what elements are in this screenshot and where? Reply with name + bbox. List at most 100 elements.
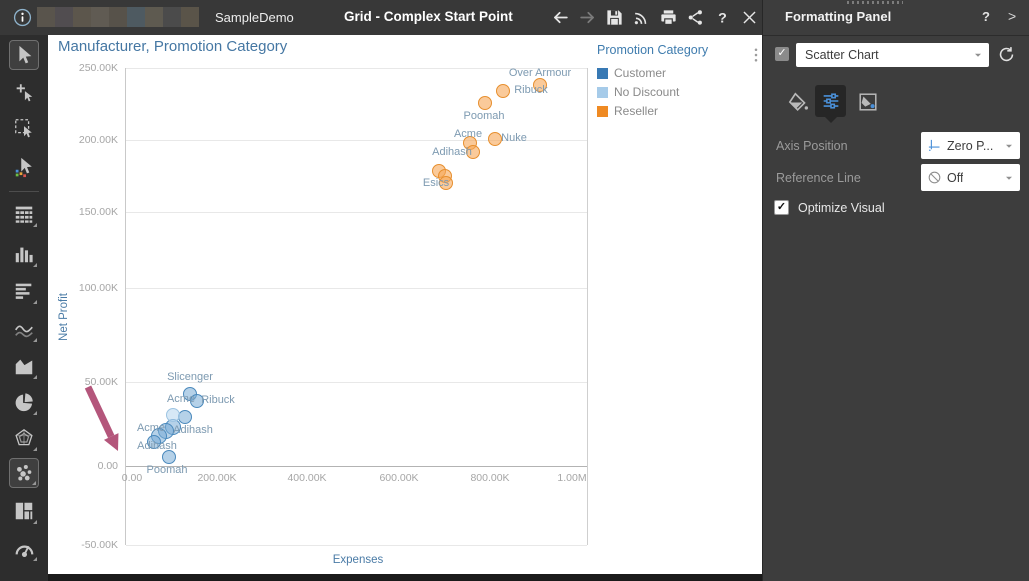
gridline	[126, 545, 587, 546]
gauge-tool[interactable]	[9, 533, 39, 563]
scatter-chart-tool[interactable]	[9, 458, 39, 488]
toolbox-divider	[9, 191, 39, 192]
axis-position-label: Axis Position	[776, 139, 848, 153]
save-button[interactable]	[601, 0, 628, 35]
point-label: Ribuck	[201, 394, 235, 406]
legend-item-customer[interactable]: Customer	[597, 66, 708, 80]
area-chart-tool[interactable]	[9, 351, 39, 381]
legend-label: No Discount	[614, 85, 680, 99]
multi-select-tool[interactable]	[9, 152, 39, 182]
help-button[interactable]: ?	[709, 0, 736, 35]
treemap-tool[interactable]	[9, 496, 39, 526]
toolbar-buttons: ?	[547, 0, 763, 35]
point-label: Adihash	[173, 424, 213, 436]
point-label: Ribuck	[514, 84, 548, 96]
formatting-panel-header: Formatting Panel ? >	[763, 0, 1029, 36]
y-tick-label: -50.00K	[81, 539, 118, 551]
gridline	[126, 212, 587, 213]
pie-chart-tool[interactable]	[9, 387, 39, 417]
bar-chart-tool[interactable]	[9, 239, 39, 269]
bottom-edge	[48, 574, 762, 581]
scatter-point-poomah[interactable]	[162, 450, 176, 464]
point-label: Poomah	[146, 464, 188, 476]
x-tick-label: 400.00K	[287, 472, 327, 484]
dashboard-item-scatter-chart: Manufacturer, Promotion Category 250.00K…	[48, 35, 762, 581]
y-tick-label: 250.00K	[78, 62, 118, 74]
chevron-down-icon	[972, 49, 984, 61]
reference-line-label: Reference Line	[776, 171, 861, 185]
reset-icon[interactable]	[997, 45, 1016, 64]
point-label: Over Armour	[508, 67, 572, 79]
grid-tool[interactable]	[9, 199, 39, 229]
marquee-select-tool[interactable]	[9, 113, 39, 143]
optimize-visual-label: Optimize Visual	[798, 201, 885, 215]
dashboard-designer-window: SampleDemo Grid - Complex Start Point ? …	[0, 0, 1029, 581]
radar-chart-tool[interactable]	[9, 423, 39, 453]
legend-swatch	[597, 67, 608, 79]
legend: Promotion Category Customer No Discount Re…	[597, 43, 708, 123]
chart-type-dropdown[interactable]: Scatter Chart	[796, 43, 989, 67]
select-tool[interactable]	[9, 40, 39, 70]
x-tick-label: 1.00M	[557, 472, 587, 484]
document-name: SampleDemo	[215, 10, 294, 25]
panel-help-button[interactable]: ?	[982, 9, 990, 24]
legend-label: Customer	[614, 66, 667, 80]
y-tick-label: 150.00K	[78, 206, 118, 218]
reference-line-dropdown[interactable]: Off	[921, 164, 1020, 191]
optimize-visual-checkbox[interactable]: ✓	[774, 200, 789, 215]
share-button[interactable]	[682, 0, 709, 35]
chart-title: Manufacturer, Promotion Category	[58, 38, 288, 55]
back-button[interactable]	[547, 0, 574, 35]
legend-item-reseller[interactable]: Reseller	[597, 104, 708, 118]
y-tick-label: 200.00K	[78, 134, 118, 146]
forward-button[interactable]	[574, 0, 601, 35]
point-label: Nuke	[501, 132, 527, 144]
gridline	[126, 288, 587, 289]
chevron-down-icon	[1003, 172, 1015, 184]
panel-drag-handle[interactable]	[847, 1, 903, 4]
axis-zero-icon	[927, 138, 942, 153]
point-label: Adihash	[137, 440, 177, 452]
chevron-down-icon	[1003, 140, 1015, 152]
y-tick-label: 50.00K	[84, 376, 118, 388]
x-axis-title: Expenses	[332, 554, 384, 566]
x-tick-label: 800.00K	[470, 472, 510, 484]
point-label: Slicenger	[167, 371, 213, 383]
legend-item-no-discount[interactable]: No Discount	[597, 85, 708, 99]
chart-options-tab[interactable]	[815, 85, 846, 117]
line-chart-tool[interactable]	[9, 314, 39, 344]
view-title: Grid - Complex Start Point	[344, 9, 513, 24]
row-chart-tool[interactable]	[9, 276, 39, 306]
panel-tabs	[763, 82, 1029, 122]
y-axis-title: Net Profit	[58, 293, 70, 341]
legend-swatch	[597, 86, 608, 98]
x-tick-label: 600.00K	[379, 472, 419, 484]
svg-text:?: ?	[718, 10, 727, 26]
point-label: Adihash	[432, 146, 472, 158]
point-label: Poomah	[463, 110, 505, 122]
redacted-area	[37, 7, 199, 27]
add-item-tool[interactable]	[9, 77, 39, 107]
formatting-panel: Formatting Panel ? > ✓ Scatter Chart Axi…	[762, 0, 1029, 581]
legend-title: Promotion Category	[597, 43, 709, 57]
panel-content: ✓ Scatter Chart Axis Position Zero P... …	[763, 36, 1029, 581]
background-fill-tab[interactable]	[855, 89, 881, 115]
toolbox-sidebar	[0, 35, 49, 581]
legend-label: Reseller	[614, 104, 659, 118]
data-feed-button[interactable]	[628, 0, 655, 35]
close-button[interactable]	[736, 0, 763, 35]
chart-type-checkbox[interactable]: ✓	[775, 47, 789, 61]
axis-position-dropdown[interactable]: Zero P...	[921, 132, 1020, 159]
fill-style-tab[interactable]	[786, 89, 812, 115]
panel-title: Formatting Panel	[785, 9, 892, 24]
legend-swatch	[597, 105, 608, 117]
point-label: Esics	[422, 177, 450, 189]
scatter-point-poomah[interactable]	[478, 96, 492, 110]
print-button[interactable]	[655, 0, 682, 35]
off-icon	[927, 170, 942, 185]
top-toolbar: SampleDemo Grid - Complex Start Point ?	[0, 0, 762, 36]
y-tick-label: 0.00	[97, 460, 118, 472]
info-icon[interactable]	[13, 8, 32, 27]
scatter-point-no-discount[interactable]	[166, 408, 180, 422]
panel-collapse-button[interactable]: >	[1008, 8, 1016, 24]
